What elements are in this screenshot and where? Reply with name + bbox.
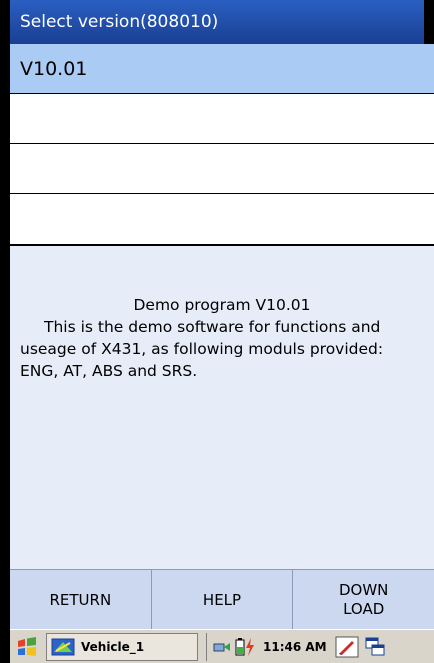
window-title: Select version(808010) xyxy=(10,0,424,44)
version-row[interactable]: V10.01 xyxy=(10,44,434,94)
version-row[interactable] xyxy=(10,94,434,144)
system-tray: 11:46 AM xyxy=(206,632,434,661)
return-button[interactable]: RETURN xyxy=(10,570,152,630)
screen: Select version(808010) V10.01 Demo progr… xyxy=(0,0,434,663)
version-row[interactable] xyxy=(10,144,434,194)
version-list: V10.01 xyxy=(10,44,434,245)
vehicle-task-label: Vehicle_1 xyxy=(81,639,145,654)
button-bar: RETURN HELP DOWN LOAD xyxy=(10,569,434,630)
download-label-line1: DOWN xyxy=(338,581,389,599)
help-button-label: HELP xyxy=(202,590,242,609)
network-icon[interactable] xyxy=(213,639,233,655)
download-label-line2: LOAD xyxy=(343,600,385,618)
start-button[interactable] xyxy=(10,632,44,662)
vehicle-task-button[interactable]: Vehicle_1 xyxy=(46,632,198,661)
download-button-label: DOWN LOAD xyxy=(339,581,388,619)
start-flag-icon xyxy=(16,636,38,657)
version-row[interactable] xyxy=(10,194,434,245)
window-switch-icon[interactable] xyxy=(365,637,385,657)
screen-edge xyxy=(424,0,434,44)
info-heading: Demo program V10.01 xyxy=(133,296,311,314)
info-panel: Demo program V10.01 This is the demo sof… xyxy=(10,246,434,569)
battery-icon[interactable] xyxy=(235,637,245,656)
pen-icon[interactable] xyxy=(335,636,359,658)
clock[interactable]: 11:46 AM xyxy=(263,640,327,654)
help-button[interactable]: HELP xyxy=(152,570,294,630)
charging-bolt-icon xyxy=(245,637,255,656)
download-button[interactable]: DOWN LOAD xyxy=(293,570,434,630)
vehicle-app-icon xyxy=(51,637,75,657)
taskbar: Vehicle_1 11:46 AM xyxy=(10,629,434,663)
info-description: This is the demo software for functions … xyxy=(20,318,384,380)
return-button-label: RETURN xyxy=(49,590,112,609)
